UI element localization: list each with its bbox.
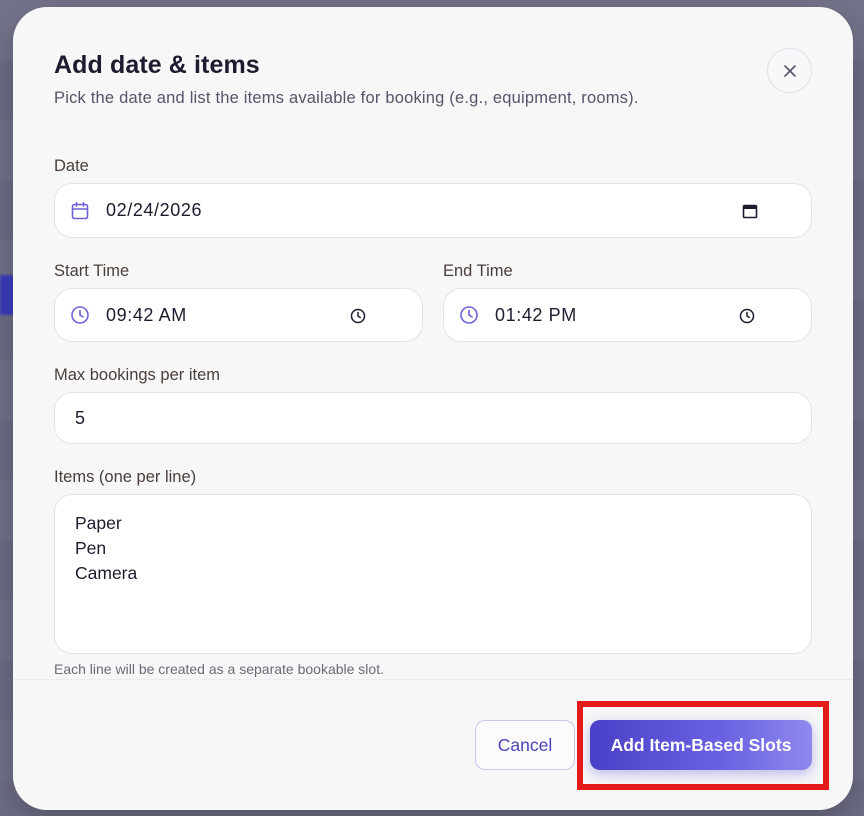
- dialog-subtitle: Pick the date and list the items availab…: [54, 89, 639, 107]
- date-value: 02/24/2026: [106, 200, 203, 220]
- start-time-input[interactable]: 09:42 AM: [54, 288, 423, 342]
- date-label: Date: [54, 157, 89, 175]
- end-time-value: 01:42 PM: [495, 304, 577, 325]
- items-hint: Each line will be created as a separate …: [54, 661, 384, 677]
- item-line: Camera: [75, 563, 138, 583]
- dialog-header: Add date & items Pick the date and list …: [54, 51, 639, 108]
- background-accent: [0, 275, 14, 315]
- date-input[interactable]: 02/24/2026: [54, 183, 812, 238]
- items-textarea[interactable]: Paper Pen Camera: [54, 494, 812, 654]
- cancel-button[interactable]: Cancel: [475, 720, 575, 770]
- add-item-based-slots-button[interactable]: Add Item-Based Slots: [590, 720, 812, 770]
- items-label: Items (one per line): [54, 468, 197, 486]
- footer-divider: [13, 679, 853, 680]
- start-time-value: 09:42 AM: [106, 304, 187, 325]
- add-date-items-dialog: Add date & items Pick the date and list …: [13, 7, 853, 810]
- max-bookings-label: Max bookings per item: [54, 366, 220, 384]
- clock-icon: [459, 305, 479, 325]
- end-time-input[interactable]: 01:42 PM: [443, 288, 812, 342]
- close-button[interactable]: [767, 48, 812, 93]
- end-time-label: End Time: [443, 262, 513, 280]
- max-bookings-input[interactable]: 5: [54, 392, 812, 444]
- clock-icon: [70, 305, 90, 325]
- start-time-label: Start Time: [54, 262, 130, 280]
- item-line: Paper: [75, 513, 122, 533]
- clock-picker-icon[interactable]: [739, 308, 755, 324]
- clock-picker-icon[interactable]: [350, 308, 366, 324]
- item-line: Pen: [75, 538, 107, 558]
- max-bookings-value: 5: [75, 407, 86, 428]
- close-icon: [783, 64, 797, 78]
- calendar-picker-icon[interactable]: [742, 203, 758, 219]
- calendar-icon: [70, 201, 90, 221]
- dialog-title: Add date & items: [54, 51, 260, 79]
